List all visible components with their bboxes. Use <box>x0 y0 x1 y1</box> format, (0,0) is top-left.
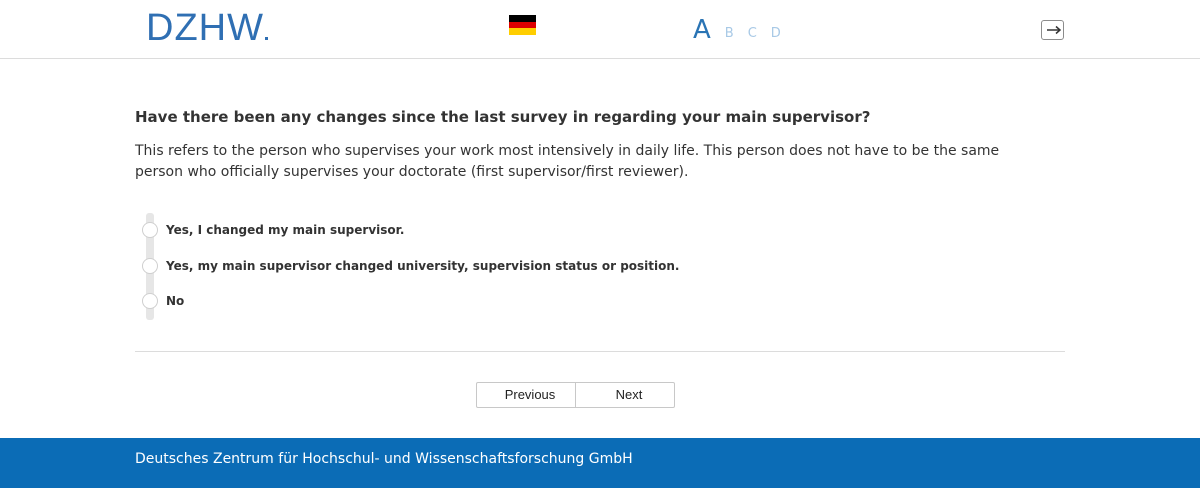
font-size-d[interactable]: D <box>771 24 781 44</box>
font-size-b[interactable]: B <box>725 24 734 44</box>
option-no[interactable]: No <box>135 293 184 309</box>
logo-dot <box>264 37 268 40</box>
font-size-selector: A B C D <box>693 14 781 44</box>
next-button[interactable]: Next <box>576 382 675 408</box>
font-size-c[interactable]: C <box>748 24 757 44</box>
dzhw-logo[interactable]: DZHW <box>146 8 268 48</box>
radio-button[interactable] <box>142 293 158 309</box>
option-label: Yes, I changed my main supervisor. <box>166 223 405 237</box>
footer-text: Deutsches Zentrum für Hochschul- und Wis… <box>135 451 633 467</box>
font-size-a[interactable]: A <box>693 16 711 44</box>
question-title: Have there been any changes since the la… <box>135 108 871 126</box>
footer: Deutsches Zentrum für Hochschul- und Wis… <box>0 438 1200 488</box>
radio-button[interactable] <box>142 258 158 274</box>
option-label: No <box>166 294 185 308</box>
divider <box>135 351 1065 352</box>
radio-button[interactable] <box>142 222 158 238</box>
logo-text: DZHW <box>146 7 264 49</box>
option-changed-supervisor[interactable]: Yes, I changed my main supervisor. <box>135 222 404 238</box>
german-flag-icon[interactable] <box>509 15 536 36</box>
navigation-buttons: Previous Next <box>476 382 675 408</box>
previous-button[interactable]: Previous <box>476 382 576 408</box>
option-supervisor-changed-position[interactable]: Yes, my main supervisor changed universi… <box>135 258 679 274</box>
logout-icon[interactable] <box>1041 20 1064 40</box>
header: DZHW A B C D <box>0 0 1200 59</box>
question-description: This refers to the person who supervises… <box>135 143 1000 180</box>
option-label: Yes, my main supervisor changed universi… <box>166 259 680 273</box>
